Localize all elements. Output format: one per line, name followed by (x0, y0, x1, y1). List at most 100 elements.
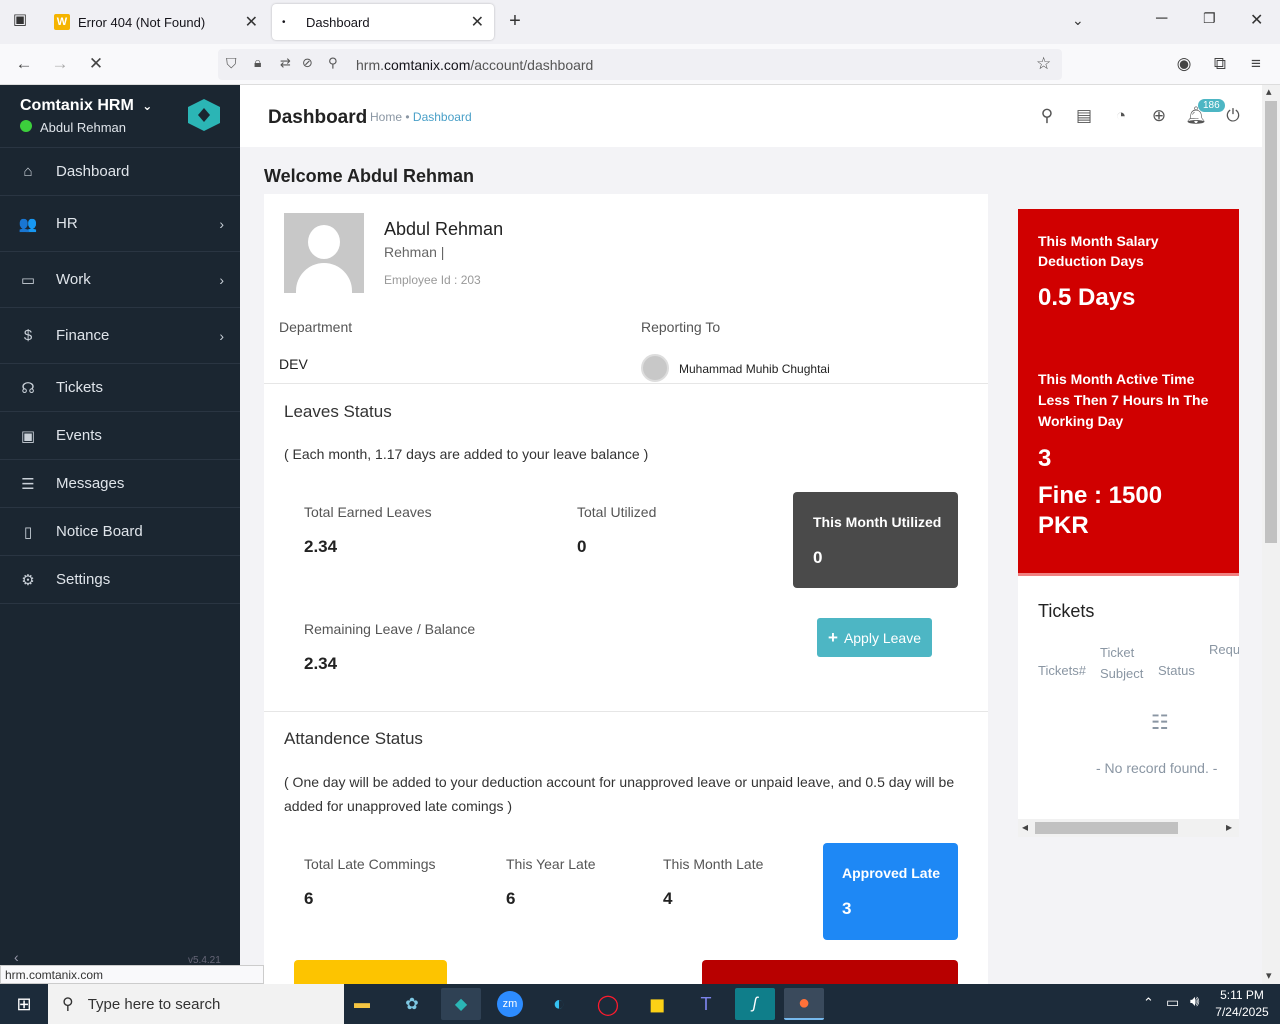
chevron-down-icon[interactable]: ⌄ (142, 99, 152, 113)
windows-start-icon[interactable]: ⊞ (4, 988, 44, 1020)
forward-arrow-icon[interactable]: → (48, 52, 72, 76)
reporting-avatar (641, 354, 669, 382)
sidebar-item-work[interactable]: ▭ Work › (0, 252, 240, 308)
sidebar-item-label: Events (56, 427, 102, 444)
stop-loading-icon[interactable]: ✕ (84, 52, 108, 76)
page-title: Dashboard (268, 107, 368, 128)
sidebar-item-dashboard[interactable]: ⌂ Dashboard (0, 148, 240, 196)
sidebar-item-settings[interactable]: ⚙ Settings (0, 556, 240, 604)
sticky-notes-icon[interactable]: ◼ (637, 988, 677, 1020)
approved-late-label: Approved Late (842, 865, 941, 881)
minimize-button[interactable]: ─ (1156, 10, 1167, 28)
sidebar-item-messages[interactable]: ☰ Messages (0, 460, 240, 508)
tickets-col-status: Status (1158, 663, 1195, 678)
account-icon[interactable]: ◉ (1172, 52, 1196, 76)
taskbar-date: 7/24/2025 (1215, 1005, 1269, 1019)
bookmark-star-icon[interactable]: ☆ (1036, 54, 1051, 74)
windows-taskbar: ⊞ ⚲ Type here to search ▬ ✿ ◆ zm ◐ ◯ ◼ T… (0, 984, 1280, 1024)
profile-name: Abdul Rehman (384, 219, 504, 239)
browser-nav-bar: ← → ✕ ⛉ 🔒︎ ⇄ ⊘ ⚲ hrm.comtanix.com/accoun… (0, 44, 1280, 85)
salary-deduction-label: This Month Salary Deduction Days (1038, 233, 1159, 269)
back-arrow-icon[interactable]: ← (12, 52, 36, 76)
sidebar-item-notice-board[interactable]: ▯ Notice Board (0, 508, 240, 556)
calendar-icon: ▣ (20, 427, 36, 445)
taskbar-search-placeholder: Type here to search (87, 995, 221, 1013)
favicon-w-icon: W (54, 14, 70, 30)
scroll-down-icon[interactable]: ▾ (1266, 969, 1272, 982)
sidebar-brand: Comtanix HRM ⌄ Abdul Rehman (0, 85, 240, 148)
app-name[interactable]: Comtanix HRM ⌄ (20, 97, 152, 115)
tab-error-404[interactable]: W Error 404 (Not Found) ✕ (44, 4, 268, 40)
sql-app-icon[interactable]: ʃ (735, 988, 775, 1020)
new-tab-button[interactable]: + (504, 10, 526, 34)
teams-app-icon[interactable]: T (686, 988, 726, 1020)
brand-logo-icon (188, 99, 220, 131)
browser-tab-bar: ▣ W Error 404 (Not Found) ✕ • Dashboard … (0, 0, 1280, 44)
scroll-left-icon[interactable]: ◂ (1022, 820, 1028, 834)
active-time-label: This Month Active Time Less Then 7 Hours… (1038, 371, 1209, 429)
clipboard-icon: ▯ (23, 523, 33, 541)
lock-icon[interactable]: 🔒︎ (254, 54, 261, 71)
site-info-icon[interactable]: ⚲ (328, 55, 338, 71)
power-icon[interactable]: ⏻ (1222, 105, 1244, 127)
restore-button[interactable]: ❐ (1203, 10, 1216, 27)
close-icon[interactable]: ✕ (245, 12, 258, 32)
network-icon[interactable]: ▭ (1166, 994, 1179, 1011)
close-window-button[interactable]: ✕ (1250, 10, 1263, 30)
earned-label: Total Earned Leaves (304, 504, 432, 520)
scroll-right-icon[interactable]: ▸ (1226, 820, 1232, 834)
close-icon[interactable]: ✕ (471, 12, 484, 32)
tickets-hscroll-thumb[interactable] (1035, 822, 1178, 834)
clock-icon[interactable]: ◔ (1110, 105, 1132, 127)
fine-value: Fine : 1500 PKR (1038, 482, 1163, 539)
search-icon[interactable]: ⚲ (1036, 105, 1058, 127)
edge-browser-icon[interactable]: ◐ (539, 988, 579, 1020)
paint-app-icon[interactable]: ✿ (392, 988, 432, 1020)
tray-chevron-icon[interactable]: ⌃ (1143, 995, 1154, 1011)
apply-leave-button[interactable]: + Apply Leave (817, 618, 932, 657)
tab-dashboard[interactable]: • Dashboard ✕ (272, 4, 494, 40)
tracking-icon[interactable]: ⊘ (302, 55, 313, 71)
opera-browser-icon[interactable]: ◯ (588, 988, 628, 1020)
taskbar-search-input[interactable]: ⚲ Type here to search (48, 984, 344, 1024)
menu-hamburger-icon[interactable]: ≡ (1244, 52, 1268, 76)
permissions-icon[interactable]: ⇄ (280, 55, 291, 71)
page-vscrollbar[interactable]: ▴ ▾ (1262, 85, 1280, 984)
sidebar-item-hr[interactable]: 👥 HR › (0, 196, 240, 252)
tickets-title: Tickets (1038, 601, 1095, 621)
file-explorer-icon[interactable]: ▬ (342, 988, 382, 1020)
page-vscroll-thumb[interactable] (1265, 101, 1277, 543)
volume-icon[interactable]: 🔊︎ (1190, 993, 1199, 1010)
year-late-value: 6 (506, 889, 516, 908)
notification-badge: 186 (1198, 99, 1225, 112)
url-bar[interactable]: ⛉ 🔒︎ ⇄ ⊘ ⚲ hrm.comtanix.com/account/dash… (218, 49, 1062, 80)
shield-icon[interactable]: ⛉ (226, 55, 237, 72)
reporting-name[interactable]: Muhammad Muhib Chughtai (679, 362, 830, 376)
apply-leave-label: Apply Leave (843, 629, 921, 646)
tickets-panel: Tickets Tickets# Ticket Subject Status Re… (1018, 576, 1239, 837)
extensions-icon[interactable]: ⧉ (1208, 52, 1232, 76)
deduction-panel: This Month Salary Deduction Days 0.5 Day… (1018, 209, 1239, 576)
firefox-browser-icon[interactable]: ● (784, 988, 824, 1020)
notes-icon[interactable]: ▤ (1073, 105, 1095, 127)
sidebar-item-tickets[interactable]: ☊ Tickets (0, 364, 240, 412)
profile-card: Abdul Rehman Rehman | Employee Id : 203 … (264, 194, 988, 384)
tab-list-chevron-icon[interactable]: ⌄ (1072, 12, 1084, 29)
sidebar-user-name: Abdul Rehman (40, 120, 126, 135)
sidebar-item-finance[interactable]: $ Finance › (0, 308, 240, 364)
breadcrumb-home[interactable]: Home (370, 110, 402, 124)
sidebar-collapse-icon[interactable]: ‹ (14, 949, 19, 965)
add-circle-icon[interactable]: ⊕ (1148, 105, 1170, 127)
tickets-hscrollbar[interactable]: ◂ ▸ (1018, 819, 1239, 837)
taskbar-clock[interactable]: 5:11 PM 7/24/2025 (1212, 987, 1272, 1021)
zoom-app-icon[interactable]: zm (490, 988, 530, 1020)
tab-overview-icon[interactable]: ▣ (8, 10, 32, 34)
attendance-card: Attandence Status ( One day will be adde… (264, 712, 988, 984)
scroll-up-icon[interactable]: ▴ (1266, 85, 1272, 98)
desktop-app-icon[interactable]: ◆ (441, 988, 481, 1020)
url-text[interactable]: hrm.comtanix.com/account/dashboard (356, 57, 593, 73)
tickets-col-id: Tickets# (1038, 663, 1086, 678)
sidebar-item-label: Settings (56, 571, 111, 588)
sidebar-item-events[interactable]: ▣ Events (0, 412, 240, 460)
month-utilized-box: This Month Utilized 0 (793, 492, 958, 588)
